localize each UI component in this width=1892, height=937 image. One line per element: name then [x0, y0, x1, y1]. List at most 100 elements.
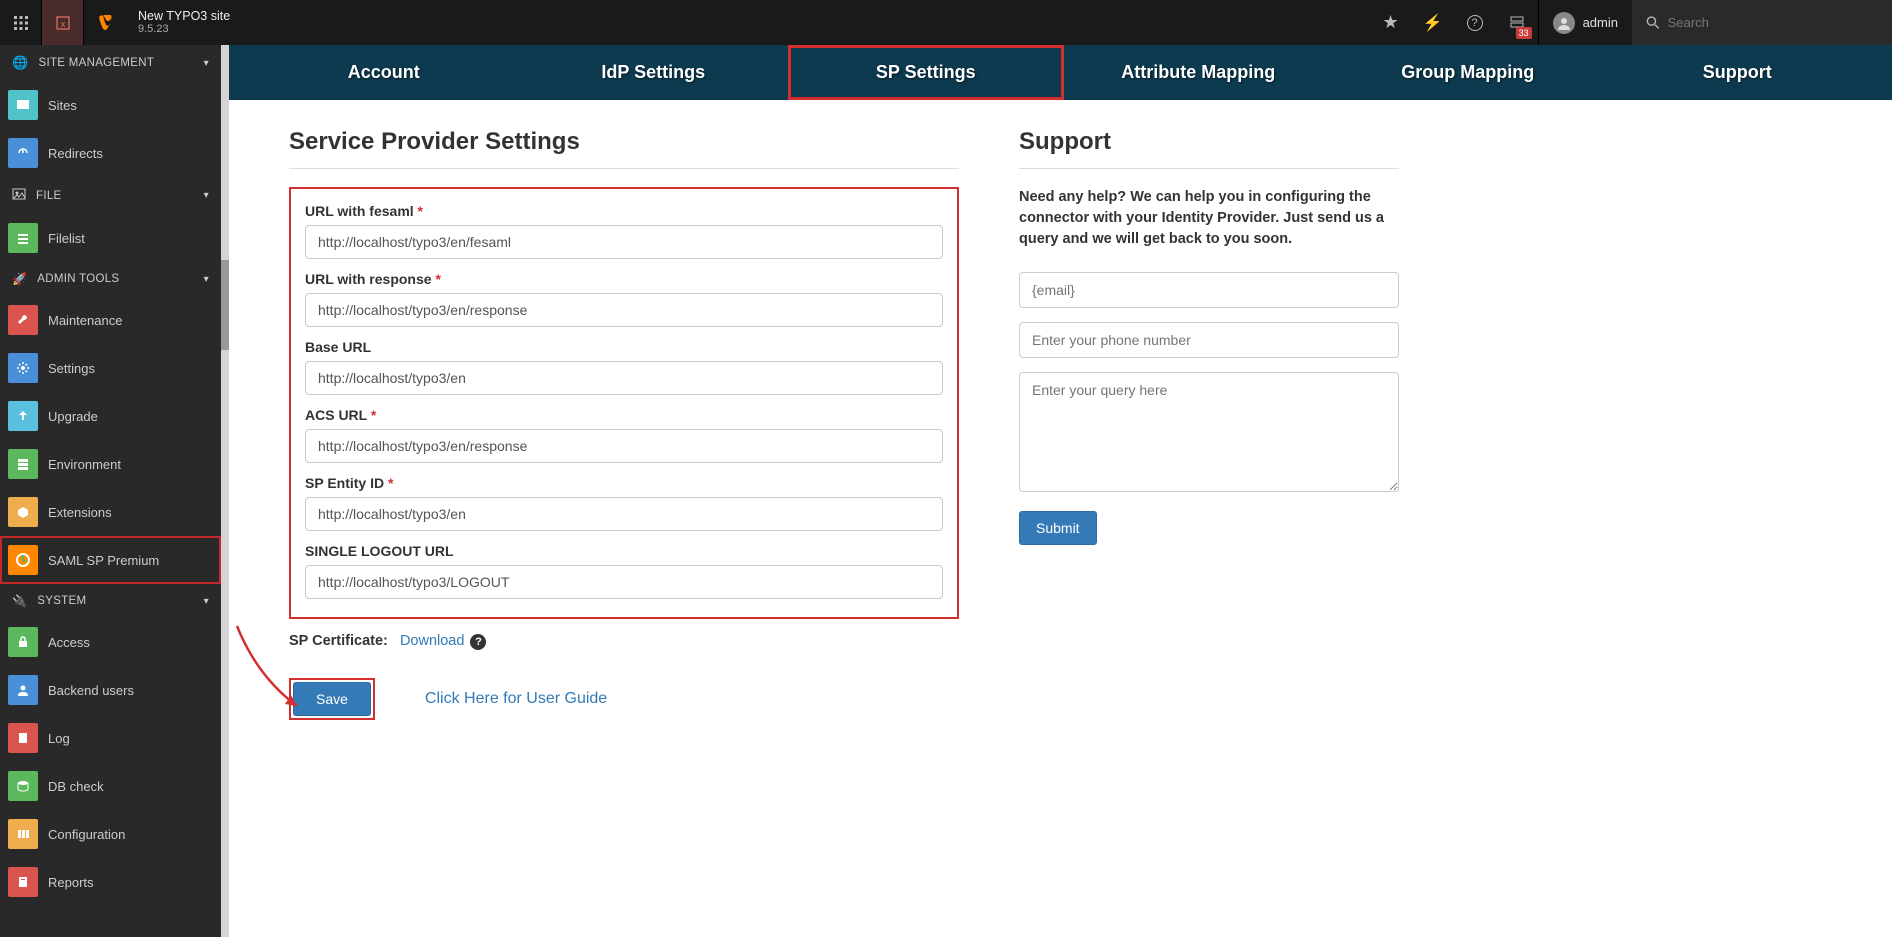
tab-label: Group Mapping: [1401, 62, 1534, 83]
section-system[interactable]: 🔌 SYSTEM ▾: [0, 584, 221, 618]
sidebar-item-log[interactable]: Log: [0, 714, 221, 762]
plug-icon: 🔌: [12, 594, 27, 608]
tab-attribute-mapping[interactable]: Attribute Mapping: [1064, 45, 1334, 100]
fesaml-input[interactable]: [305, 225, 943, 259]
tab-idp-settings[interactable]: IdP Settings: [519, 45, 789, 100]
bolt-icon: ⚡: [1423, 13, 1443, 33]
sidebar-item-db-check[interactable]: DB check: [0, 762, 221, 810]
notifications-button[interactable]: 33: [1496, 0, 1538, 45]
notification-badge: 33: [1516, 27, 1532, 39]
download-link[interactable]: Download: [400, 633, 465, 649]
response-input[interactable]: [305, 293, 943, 327]
bookmark-button[interactable]: ★: [1370, 0, 1412, 45]
tab-account[interactable]: Account: [249, 45, 519, 100]
support-query-textarea[interactable]: [1019, 372, 1399, 492]
search-input[interactable]: [1668, 15, 1878, 30]
tab-label: IdP Settings: [601, 62, 705, 83]
field-label: SP Entity ID *: [305, 475, 943, 491]
site-title: New TYPO3 site: [138, 10, 230, 24]
globe-icon: 🌐: [12, 55, 29, 71]
field-label: URL with response *: [305, 271, 943, 287]
sidebar-item-saml[interactable]: SAML SP Premium: [0, 536, 221, 584]
sidebar-item-label: Upgrade: [48, 409, 98, 424]
sidebar-item-label: Configuration: [48, 827, 125, 842]
field-entity-id: SP Entity ID *: [305, 475, 943, 531]
flash-button[interactable]: ⚡: [1412, 0, 1454, 45]
support-title: Support: [1019, 128, 1399, 156]
sidebar-item-environment[interactable]: Environment: [0, 440, 221, 488]
sidebar-item-configuration[interactable]: Configuration: [0, 810, 221, 858]
tab-support[interactable]: Support: [1603, 45, 1873, 100]
typo3-logo-button[interactable]: [84, 0, 126, 45]
acs-url-input[interactable]: [305, 429, 943, 463]
submit-button[interactable]: Submit: [1019, 511, 1097, 545]
lock-icon: [8, 627, 38, 657]
topbar: x New TYPO3 site 9.5.23 ★ ⚡ ? 33 admin: [0, 0, 1892, 45]
sidebar-item-settings[interactable]: Settings: [0, 344, 221, 392]
svg-text:x: x: [60, 19, 65, 29]
sidebar-item-redirects[interactable]: Redirects: [0, 129, 221, 177]
sidebar-item-reports[interactable]: Reports: [0, 858, 221, 906]
sidebar: 🌐 SITE MANAGEMENT ▾ Sites Redirects FILE…: [0, 45, 221, 937]
report-icon: [8, 867, 38, 897]
page-tree-button[interactable]: x: [42, 0, 84, 45]
global-search[interactable]: [1632, 0, 1892, 45]
sites-icon: [8, 90, 38, 120]
sidebar-item-label: DB check: [48, 779, 104, 794]
section-admin-tools[interactable]: 🚀 ADMIN TOOLS ▾: [0, 262, 221, 296]
search-icon: [1646, 15, 1660, 30]
field-response: URL with response *: [305, 271, 943, 327]
support-email-input[interactable]: [1019, 272, 1399, 308]
help-icon[interactable]: ?: [470, 634, 486, 650]
section-file[interactable]: FILE ▾: [0, 177, 221, 214]
wrench-icon: [8, 305, 38, 335]
field-logout-url: SINGLE LOGOUT URL: [305, 543, 943, 599]
sidebar-item-maintenance[interactable]: Maintenance: [0, 296, 221, 344]
required-mark: *: [418, 203, 423, 219]
sidebar-item-label: SAML SP Premium: [48, 553, 159, 568]
cert-label: SP Certificate:: [289, 633, 388, 649]
required-mark: *: [371, 407, 376, 423]
sidebar-item-label: Sites: [48, 98, 77, 113]
field-base-url: Base URL: [305, 339, 943, 395]
redirects-icon: [8, 138, 38, 168]
content: Service Provider Settings URL with fesam…: [229, 100, 1892, 760]
tab-label: SP Settings: [876, 62, 976, 82]
sidebar-item-extensions[interactable]: Extensions: [0, 488, 221, 536]
save-button[interactable]: Save: [293, 682, 371, 716]
base-url-input[interactable]: [305, 361, 943, 395]
sidebar-item-access[interactable]: Access: [0, 618, 221, 666]
user-guide-link[interactable]: Click Here for User Guide: [425, 690, 607, 708]
sidebar-item-label: Settings: [48, 361, 95, 376]
box-icon: [8, 497, 38, 527]
sp-form-box: URL with fesaml * URL with response * Ba…: [289, 187, 959, 619]
sidebar-item-sites[interactable]: Sites: [0, 81, 221, 129]
scrollbar-track[interactable]: [221, 45, 229, 937]
tab-sp-settings[interactable]: SP Settings: [788, 45, 1064, 100]
logout-url-input[interactable]: [305, 565, 943, 599]
field-fesaml: URL with fesaml *: [305, 203, 943, 259]
scrollbar-thumb[interactable]: [221, 260, 229, 350]
upload-icon: [8, 401, 38, 431]
main: Account IdP Settings SP Settings Attribu…: [229, 45, 1892, 937]
section-site-management[interactable]: 🌐 SITE MANAGEMENT ▾: [0, 45, 221, 81]
sidebar-item-filelist[interactable]: Filelist: [0, 214, 221, 262]
support-phone-input[interactable]: [1019, 322, 1399, 358]
sidebar-item-upgrade[interactable]: Upgrade: [0, 392, 221, 440]
sidebar-item-label: Log: [48, 731, 70, 746]
rocket-icon: 🚀: [12, 272, 27, 286]
label-text: URL with response: [305, 271, 432, 287]
save-row: Save Click Here for User Guide: [289, 678, 959, 720]
tab-group-mapping[interactable]: Group Mapping: [1333, 45, 1603, 100]
app-launcher-button[interactable]: [0, 0, 42, 45]
filelist-icon: [8, 223, 38, 253]
help-button[interactable]: ?: [1454, 0, 1496, 45]
sidebar-item-backend-users[interactable]: Backend users: [0, 666, 221, 714]
page-title: Service Provider Settings: [289, 128, 959, 156]
entity-id-input[interactable]: [305, 497, 943, 531]
sp-settings-column: Service Provider Settings URL with fesam…: [289, 128, 959, 720]
section-label: SITE MANAGEMENT: [39, 57, 155, 69]
user-menu[interactable]: admin: [1538, 0, 1632, 45]
site-version: 9.5.23: [138, 23, 230, 35]
sidebar-item-label: Environment: [48, 457, 121, 472]
